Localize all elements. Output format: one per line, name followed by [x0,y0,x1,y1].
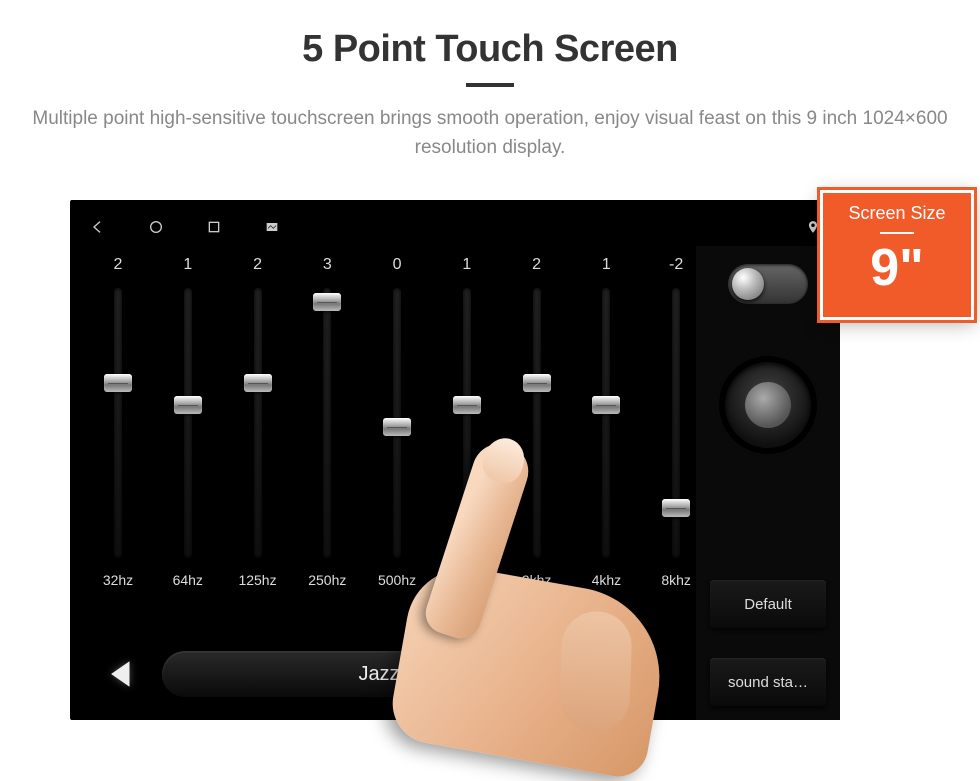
eq-band-500hz: 0 500hz [369,256,425,630]
eq-thumb[interactable] [174,396,202,414]
eq-value: 1 [462,256,471,280]
android-navbar [70,208,840,246]
eq-band-32hz: 2 32hz [90,256,146,630]
eq-freq-label: 64hz [173,572,203,592]
touchscreen-device: 2 32hz 1 64hz 2 125hz 3 250hz 0 500hz 1 1khz 2 2khz 1 4… [70,200,840,720]
eq-band-125hz: 2 125hz [230,256,286,630]
eq-thumb[interactable] [592,396,620,414]
eq-value: -2 [669,256,683,280]
eq-slider[interactable] [323,288,331,558]
eq-thumb[interactable] [313,293,341,311]
volume-dial[interactable] [725,362,811,448]
badge-label: Screen Size [829,203,965,224]
eq-slider[interactable] [602,288,610,558]
preset-name[interactable]: Jazz [162,651,596,697]
eq-thumb[interactable] [523,374,551,392]
eq-freq-label: 32hz [103,572,133,592]
eq-freq-label: 8khz [661,572,691,592]
eq-slider[interactable] [393,288,401,558]
page-title: 5 Point Touch Screen [0,28,980,71]
preset-prev-button[interactable] [98,651,144,697]
eq-value: 1 [183,256,192,280]
eq-freq-label: 2khz [522,572,552,592]
eq-freq-label: 1khz [452,572,482,592]
back-icon[interactable] [90,219,106,235]
dial-inner [745,382,791,428]
eq-thumb[interactable] [244,374,272,392]
recent-apps-icon[interactable] [206,219,222,235]
default-button[interactable]: Default [710,580,826,628]
title-underline [466,83,514,87]
eq-thumb[interactable] [383,418,411,436]
screen-size-badge: Screen Size 9" [820,190,974,320]
badge-value: 9" [829,242,965,294]
eq-value: 2 [114,256,123,280]
eq-value: 0 [393,256,402,280]
toggle-knob [732,268,764,300]
eq-freq-label: 500hz [378,572,416,592]
eq-slider[interactable] [184,288,192,558]
eq-band-4khz: 1 4khz [578,256,634,630]
eq-value: 2 [532,256,541,280]
eq-slider[interactable] [533,288,541,558]
sound-stage-button[interactable]: sound sta… [710,658,826,706]
eq-thumb[interactable] [104,374,132,392]
side-panel: Default sound sta… [692,246,840,720]
eq-value: 2 [253,256,262,280]
eq-thumb[interactable] [662,499,690,517]
home-icon[interactable] [148,219,164,235]
eq-thumb[interactable] [453,396,481,414]
eq-slider[interactable] [114,288,122,558]
eq-band-1khz: 1 1khz [439,256,495,630]
eq-slider[interactable] [254,288,262,558]
preset-next-button[interactable] [614,651,660,697]
eq-freq-label: 4khz [592,572,622,592]
eq-slider[interactable] [672,288,680,558]
page-subtitle: Multiple point high-sensitive touchscree… [30,105,950,162]
eq-band-2khz: 2 2khz [509,256,565,630]
location-icon [806,220,820,234]
gallery-icon[interactable] [264,219,280,235]
eq-band-64hz: 1 64hz [160,256,216,630]
eq-slider[interactable] [463,288,471,558]
eq-value: 1 [602,256,611,280]
eq-freq-label: 250hz [308,572,346,592]
eq-toggle[interactable] [728,264,808,304]
eq-value: 3 [323,256,332,280]
eq-freq-label: 125hz [238,572,276,592]
eq-band-250hz: 3 250hz [299,256,355,630]
